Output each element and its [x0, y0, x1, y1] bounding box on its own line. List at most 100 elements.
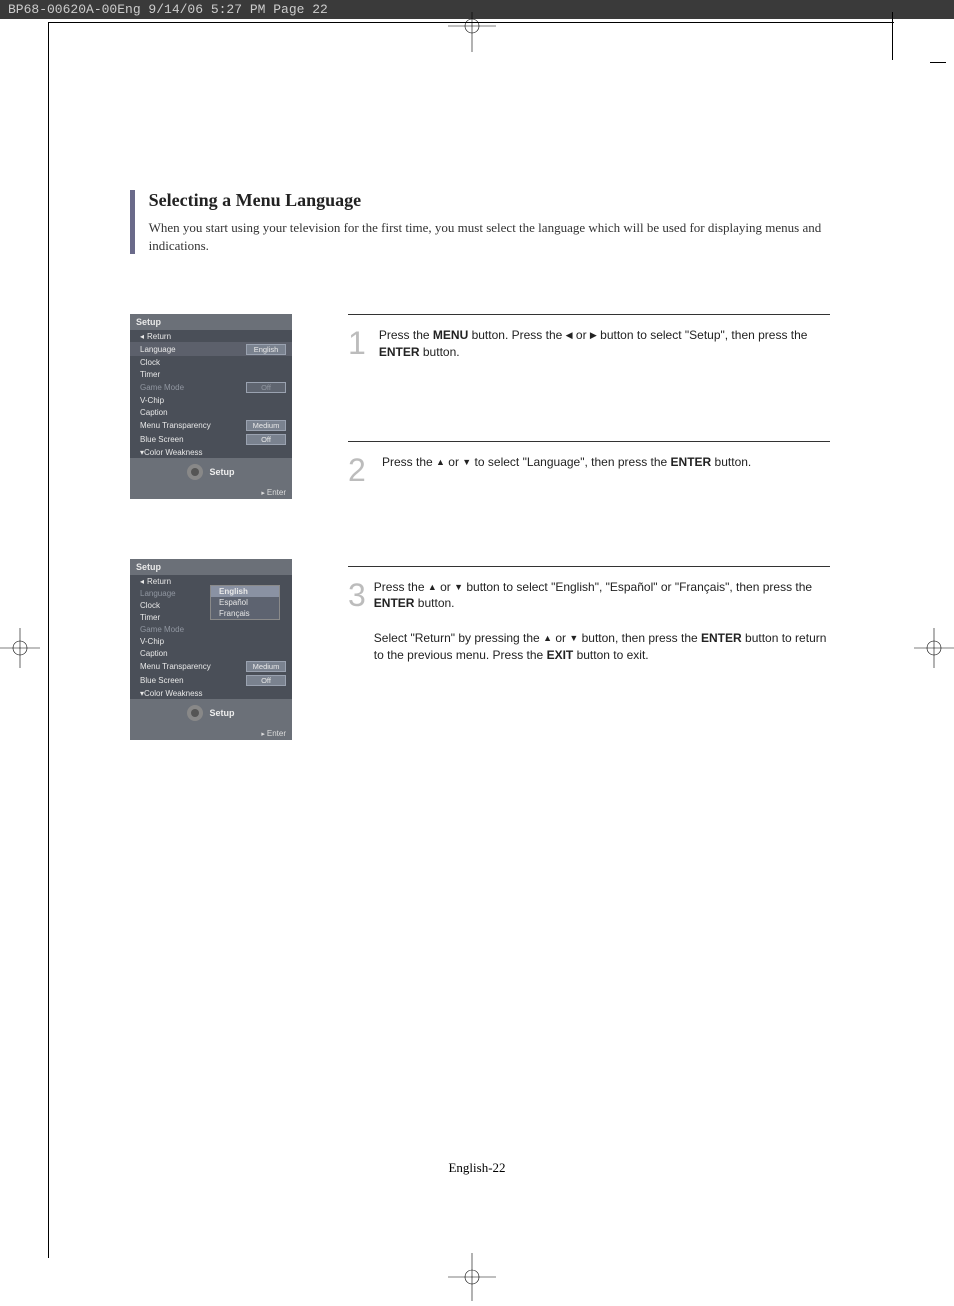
t: button, then press the [578, 631, 701, 645]
t: button. [414, 596, 454, 610]
t: to select "Language", then press the [471, 455, 670, 469]
t: button. [711, 455, 751, 469]
t: Select "Return" by pressing the [374, 631, 543, 645]
step-text: Press the ▲ or ▼ to select "Language", t… [382, 454, 751, 486]
t: Press the [374, 580, 428, 594]
up-arrow-icon: ▲ [428, 581, 437, 594]
osd-column: Setup Return LanguageEnglish Clock Timer… [130, 314, 300, 800]
up-arrow-icon: ▲ [436, 456, 445, 469]
value: English [246, 344, 286, 355]
enter-key: ENTER [374, 596, 415, 610]
osd-footer: Enter [130, 486, 292, 499]
step-number: 1 [348, 327, 371, 361]
exit-key: EXIT [547, 648, 574, 662]
osd-clock-row: Clock [130, 356, 292, 368]
value: Off [246, 675, 286, 686]
value: Off [246, 434, 286, 445]
menu-key: MENU [433, 328, 468, 342]
t: Press the [379, 328, 433, 342]
osd-bluescreen-row: Blue ScreenOff [130, 673, 292, 687]
label: Color Weakness [144, 448, 286, 457]
osd-setup-menu-languages: Setup Return Language Clock Timer Game M… [130, 559, 292, 740]
t: or [573, 328, 590, 342]
up-arrow-icon: ▲ [543, 632, 552, 645]
step-text-return: Select "Return" by pressing the ▲ or ▼ b… [374, 630, 830, 664]
lang-option-english: English [211, 586, 279, 597]
section-header: Selecting a Menu Language When you start… [130, 190, 830, 254]
section-title: Selecting a Menu Language [149, 190, 830, 211]
step-1: 1 Press the MENU button. Press the ◀ or … [348, 314, 830, 361]
t: button to select "English", "Español" or… [463, 580, 812, 594]
t: button. [420, 345, 460, 359]
osd-setup-menu: Setup Return LanguageEnglish Clock Timer… [130, 314, 292, 499]
osd-return: Return [130, 330, 292, 342]
value: Medium [246, 420, 286, 431]
osd-timer-row: Timer [130, 368, 292, 380]
label: Caption [140, 649, 286, 658]
osd-label: Setup [209, 708, 234, 718]
down-arrow-icon: ▼ [569, 632, 578, 645]
label: Blue Screen [140, 435, 246, 444]
enter-key: ENTER [379, 345, 420, 359]
value: Off [246, 382, 286, 393]
step-number: 2 [348, 454, 374, 486]
label: Menu Transparency [140, 662, 246, 671]
language-dropdown: English Español Français [210, 585, 280, 620]
osd-vchip-row: V-Chip [130, 394, 292, 406]
label: Color Weakness [144, 689, 286, 698]
t: button to select "Setup", then press the [597, 328, 808, 342]
enter-key: ENTER [701, 631, 742, 645]
label: Game Mode [140, 383, 246, 392]
osd-title: Setup [130, 559, 292, 575]
page-number: English-22 [0, 1160, 954, 1176]
t: button to exit. [573, 648, 648, 662]
gear-icon [187, 705, 203, 721]
label: Blue Screen [140, 676, 246, 685]
osd-footer: Enter [130, 727, 292, 740]
osd-label-band: Setup [130, 458, 292, 486]
label: V-Chip [140, 637, 286, 646]
section-intro: When you start using your television for… [149, 219, 830, 254]
instructions-column: 1 Press the MENU button. Press the ◀ or … [348, 314, 830, 800]
lang-option-espanol: Español [211, 597, 279, 608]
left-arrow-icon: ◀ [566, 329, 573, 342]
label: V-Chip [140, 396, 286, 405]
down-arrow-icon: ▼ [462, 456, 471, 469]
osd-label: Setup [209, 467, 234, 477]
steps-area: Setup Return LanguageEnglish Clock Timer… [130, 314, 830, 800]
osd-gamemode-row: Game Mode [130, 623, 292, 635]
gear-icon [187, 464, 203, 480]
registration-mark-bottom [448, 1253, 496, 1301]
registration-mark-left [0, 628, 40, 668]
osd-label-band: Setup [130, 699, 292, 727]
osd-vchip-row: V-Chip [130, 635, 292, 647]
osd-colorweakness-row: Color Weakness [130, 446, 292, 458]
osd-menutrans-row: Menu TransparencyMedium [130, 659, 292, 673]
t: or [437, 580, 454, 594]
down-arrow-icon: ▼ [454, 581, 463, 594]
osd-return-label: Return [147, 332, 286, 341]
label: Clock [140, 358, 286, 367]
osd-colorweakness-row: Color Weakness [130, 687, 292, 699]
osd-title: Setup [130, 314, 292, 330]
osd-bluescreen-row: Blue ScreenOff [130, 432, 292, 446]
lang-option-francais: Français [211, 608, 279, 619]
osd-menutrans-row: Menu TransparencyMedium [130, 418, 292, 432]
osd-gamemode-row: Game ModeOff [130, 380, 292, 394]
label: Language [140, 345, 246, 354]
label: Timer [140, 370, 286, 379]
label: Caption [140, 408, 286, 417]
accent-bar [130, 190, 135, 254]
t: or [445, 455, 462, 469]
t: Press the [382, 455, 436, 469]
t: or [552, 631, 569, 645]
enter-key: ENTER [671, 455, 712, 469]
step-text: Press the ▲ or ▼ button to select "Engli… [374, 579, 830, 664]
osd-language-row-selected: LanguageEnglish [130, 342, 292, 356]
value: Medium [246, 661, 286, 672]
crop-mark [930, 62, 946, 63]
osd-caption-row: Caption [130, 406, 292, 418]
page-content: Selecting a Menu Language When you start… [130, 190, 830, 800]
right-arrow-icon: ▶ [590, 329, 597, 342]
step-3: 3 Press the ▲ or ▼ button to select "Eng… [348, 566, 830, 664]
